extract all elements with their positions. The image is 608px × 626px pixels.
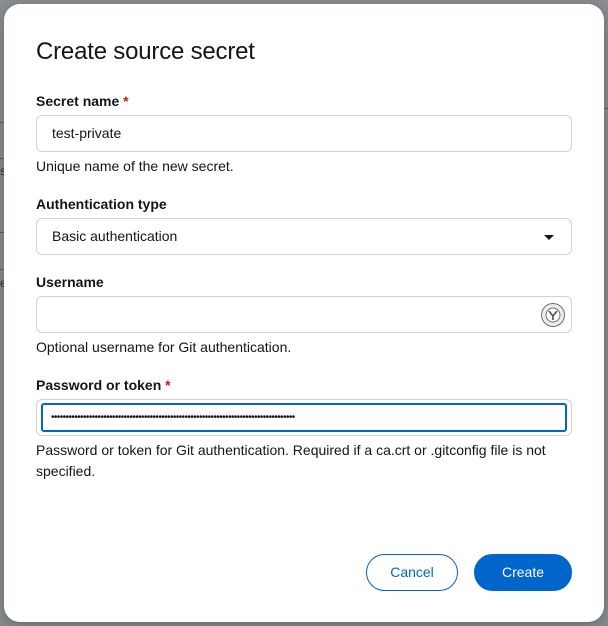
caret-down-icon (544, 235, 554, 240)
required-marker: * (123, 93, 129, 109)
password-label-text: Password or token (36, 377, 162, 393)
password-input-wrapper: ••••••••••••••••••••••••••••••••••••••••… (36, 399, 572, 436)
username-helper: Optional username for Git authentication… (36, 339, 292, 355)
auth-type-selected-value: Basic authentication (52, 228, 178, 244)
auth-type-select[interactable]: Basic authentication (36, 218, 572, 255)
cancel-button[interactable]: Cancel (366, 554, 458, 591)
create-source-secret-modal: Create source secret Secret name * test-… (4, 4, 604, 622)
create-button[interactable]: Create (474, 554, 572, 591)
username-label: Username (36, 274, 104, 290)
required-marker: * (165, 377, 171, 393)
password-helper: Password or token for Git authentication… (36, 442, 546, 479)
password-manager-icon[interactable] (541, 303, 565, 327)
secret-name-input[interactable]: test-private (36, 115, 572, 152)
password-label: Password or token * (36, 377, 171, 393)
modal-title: Create source secret (36, 38, 255, 65)
username-input[interactable] (36, 296, 572, 333)
password-input[interactable]: ••••••••••••••••••••••••••••••••••••••••… (41, 403, 567, 432)
secret-name-label: Secret name * (36, 93, 129, 109)
secret-name-helper: Unique name of the new secret. (36, 158, 234, 174)
auth-type-label: Authentication type (36, 196, 167, 212)
secret-name-label-text: Secret name (36, 93, 120, 109)
